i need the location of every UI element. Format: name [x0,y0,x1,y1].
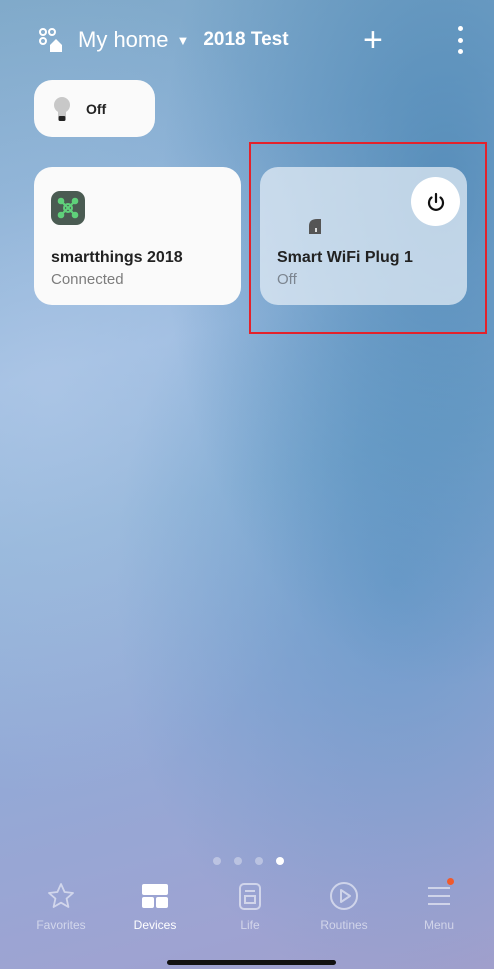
add-icon[interactable]: + [363,22,383,58]
light-chip[interactable]: Off [34,80,155,137]
chip-status: Off [86,100,107,117]
home-indicator[interactable] [167,960,336,965]
chevron-down-icon[interactable]: ▼ [176,33,189,48]
page-dot-active[interactable] [276,857,284,865]
bulb-icon [54,96,70,121]
page-dot[interactable] [255,857,263,865]
tab-favorites[interactable]: Favorites [13,878,109,932]
page-indicator [213,857,284,865]
tab-label: Favorites [36,918,86,932]
routines-icon [330,882,358,910]
notification-badge [447,878,454,885]
home-selector[interactable]: My home [78,27,168,53]
tab-devices[interactable]: Devices [107,878,203,932]
life-icon [239,883,261,910]
more-options-icon[interactable] [456,26,464,54]
tab-menu[interactable]: Menu [391,878,487,932]
tab-routines[interactable]: Routines [296,878,392,932]
qr-home-icon[interactable] [38,27,64,53]
tab-label: Menu [423,918,455,932]
tab-life[interactable]: Life [202,878,298,932]
device-card-smartthings[interactable]: smartthings 2018 Connected [34,167,241,305]
star-icon [48,883,74,908]
selection-highlight [249,142,487,334]
bottom-tab-bar: Favorites Devices Life Routines Menu [0,878,494,938]
page-dot[interactable] [234,857,242,865]
tab-label: Life [240,918,260,932]
page-dot[interactable] [213,857,221,865]
tab-label: Devices [133,918,177,932]
device-name: smartthings 2018 [51,249,183,266]
room-title[interactable]: 2018 Test [203,29,288,51]
tab-label: Routines [320,918,368,932]
devices-icon [142,884,168,908]
device-status: Connected [51,271,124,288]
menu-icon [428,887,450,905]
hub-icon [51,191,85,225]
header: My home ▼ 2018 Test + [38,22,464,58]
